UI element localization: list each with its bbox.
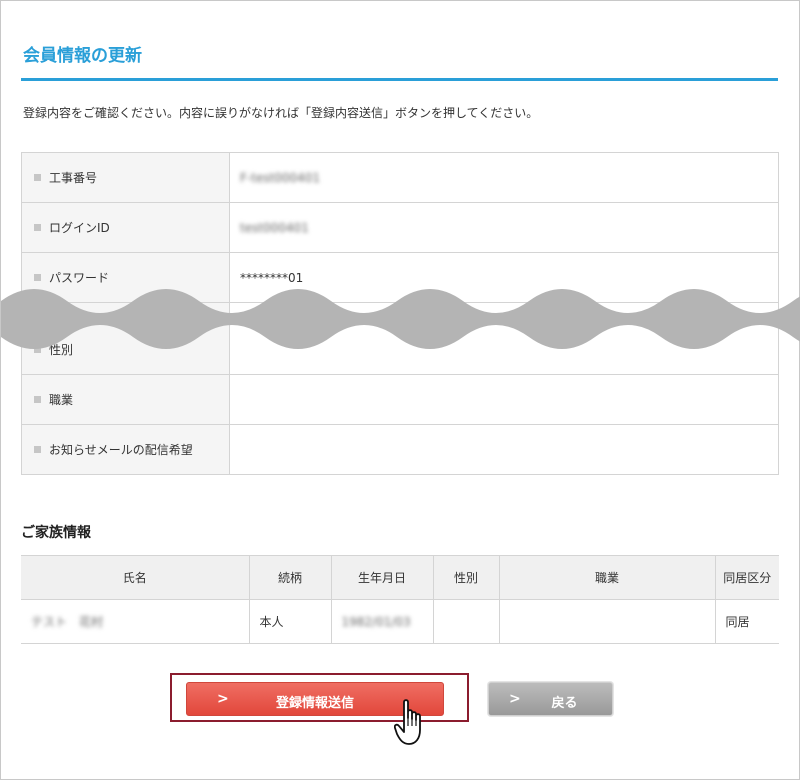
family-cohabitation: 同居: [715, 599, 779, 644]
bullet-square-icon: [34, 446, 41, 453]
hand-pointer-icon: [394, 699, 421, 745]
bullet-square-icon: [34, 174, 41, 181]
family-header-row: 氏名 続柄 生年月日 性別 職業 同居区分: [21, 555, 779, 600]
page-title: 会員情報の更新: [23, 46, 142, 66]
info-row-occupation: 職業: [21, 374, 779, 425]
page-frame: 会員情報の更新 登録内容をご確認ください。内容に誤りがなければ「登録内容送信」ボ…: [0, 0, 800, 780]
bullet-square-icon: [34, 224, 41, 231]
instruction-text: 登録内容をご確認ください。内容に誤りがなければ「登録内容送信」ボタンを押してくだ…: [23, 106, 539, 120]
family-section-title: ご家族情報: [21, 525, 91, 541]
wave-break-divider: [1, 289, 800, 349]
col-header-occupation: 職業: [499, 555, 716, 600]
col-header-name: 氏名: [21, 555, 250, 600]
info-row-construction-number: 工事番号 F-test000401: [21, 152, 779, 203]
info-label: 工事番号: [49, 171, 98, 185]
info-row-mail-preference: お知らせメールの配信希望: [21, 424, 779, 475]
info-label: ログインID: [49, 221, 110, 235]
family-relation: 本人: [249, 599, 332, 644]
col-header-gender: 性別: [433, 555, 500, 600]
family-name: テスト 花村: [31, 615, 104, 629]
family-birthdate: 1982/01/03: [341, 614, 411, 629]
back-button[interactable]: > 戻る: [488, 682, 613, 716]
family-table: 氏名 続柄 生年月日 性別 職業 同居区分 テスト 花村 本人 1982/01/…: [21, 555, 779, 644]
col-header-birthdate: 生年月日: [331, 555, 434, 600]
info-value: F-test000401: [240, 170, 321, 185]
family-gender: [433, 599, 500, 644]
family-occupation: [499, 599, 716, 644]
col-header-relation: 続柄: [249, 555, 332, 600]
info-row-login-id: ログインID test000401: [21, 202, 779, 253]
col-header-cohabitation: 同居区分: [715, 555, 779, 600]
info-label: 職業: [49, 393, 74, 407]
bullet-square-icon: [34, 396, 41, 403]
back-button-label: 戻る: [551, 696, 578, 711]
table-row: テスト 花村 本人 1982/01/03 同居: [21, 599, 779, 644]
title-underline: [21, 78, 778, 81]
info-label: お知らせメールの配信希望: [49, 443, 193, 457]
info-value: test000401: [240, 220, 309, 235]
